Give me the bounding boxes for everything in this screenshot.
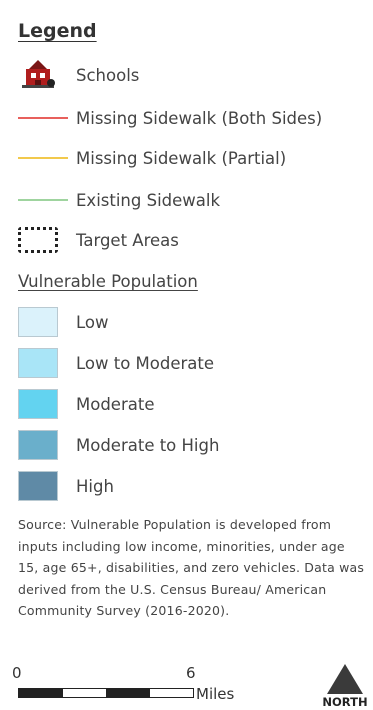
- legend-item-target-areas: Target Areas: [18, 223, 179, 257]
- legend-item-schools: Schools: [18, 58, 139, 92]
- school-icon: [18, 58, 68, 92]
- legend-label-low-to-moderate: Low to Moderate: [76, 353, 215, 373]
- legend-item-moderate: Moderate: [18, 387, 154, 421]
- legend-label-target-areas: Target Areas: [76, 230, 179, 250]
- scale-end-label: 6: [186, 664, 196, 682]
- dotted-box-icon: [18, 227, 58, 253]
- legend-label-moderate: Moderate: [76, 394, 155, 414]
- legend-label-moderate-to-high: Moderate to High: [76, 435, 220, 455]
- legend-item-missing-both: Missing Sidewalk (Both Sides): [18, 101, 322, 135]
- legend-title: Legend: [18, 20, 97, 42]
- yellow-line-symbol: [18, 157, 68, 159]
- swatch-moderate-to-high: [18, 430, 58, 460]
- legend-item-low: Low: [18, 305, 109, 339]
- legend-label-high: High: [76, 476, 114, 496]
- green-line-symbol: [18, 199, 68, 201]
- legend-label-missing-partial: Missing Sidewalk (Partial): [76, 148, 287, 168]
- scale-bar: [18, 688, 194, 698]
- source-note: Source: Vulnerable Population is develop…: [18, 517, 365, 618]
- swatch-low: [18, 307, 58, 337]
- scale-start-label: 0: [12, 664, 22, 682]
- map-legend-panel: Legend Schools Missing Sidewalk (Both Si…: [0, 0, 373, 710]
- swatch-moderate: [18, 389, 58, 419]
- swatch-high: [18, 471, 58, 501]
- legend-item-moderate-to-high: Moderate to High: [18, 428, 219, 462]
- legend-item-high: High: [18, 469, 114, 503]
- legend-item-existing: Existing Sidewalk: [18, 183, 220, 217]
- legend-item-low-to-moderate: Low to Moderate: [18, 346, 214, 380]
- vulnerable-population-heading: Vulnerable Population: [18, 272, 198, 291]
- scale-unit-label: Miles: [196, 685, 235, 703]
- north-label: NORTH: [322, 695, 368, 709]
- swatch-low-to-moderate: [18, 348, 58, 378]
- legend-label-schools: Schools: [76, 65, 140, 85]
- legend-label-low: Low: [76, 312, 109, 332]
- legend-label-missing-both: Missing Sidewalk (Both Sides): [76, 108, 323, 128]
- legend-label-existing: Existing Sidewalk: [76, 190, 221, 210]
- legend-item-missing-partial: Missing Sidewalk (Partial): [18, 141, 286, 175]
- red-line-symbol: [18, 117, 68, 119]
